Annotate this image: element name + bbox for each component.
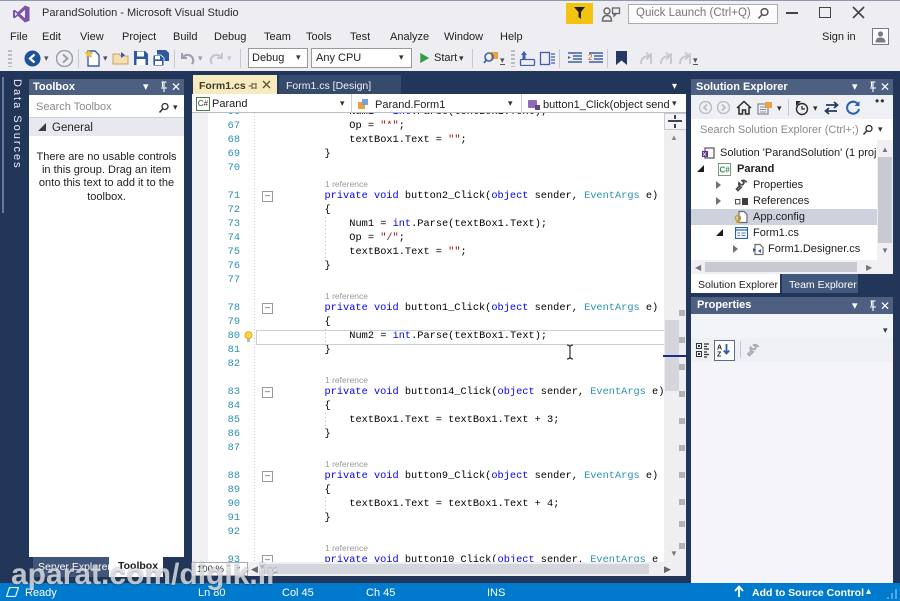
svg-text:Z: Z bbox=[717, 352, 722, 358]
svg-text:2: 2 bbox=[588, 53, 593, 62]
svg-text:C#: C# bbox=[720, 166, 731, 175]
svg-text:A: A bbox=[717, 345, 722, 352]
